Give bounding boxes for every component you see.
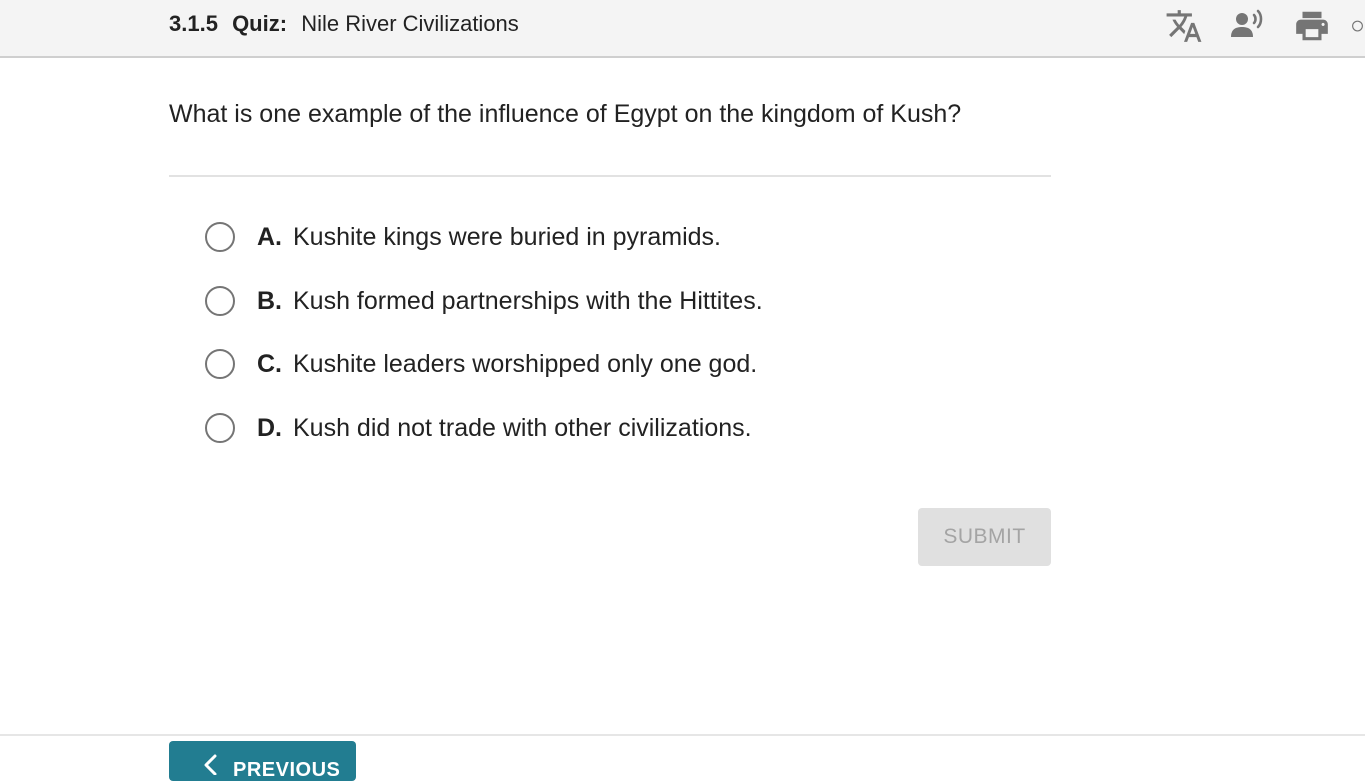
print-icon: [1296, 11, 1328, 41]
read-aloud-button[interactable]: [1228, 6, 1268, 46]
option-text: Kushite leaders worshipped only one god.: [293, 349, 758, 378]
option-text: Kush formed partnerships with the Hittit…: [293, 286, 763, 315]
option-text: Kushite kings were buried in pyramids.: [293, 222, 721, 251]
submit-button[interactable]: SUBMIT: [918, 508, 1051, 566]
answer-option-c[interactable]: C. Kushite leaders worshipped only one g…: [205, 344, 757, 384]
translate-icon: [1166, 10, 1202, 42]
option-text: Kush did not trade with other civilizati…: [293, 413, 752, 442]
read-aloud-icon: [1231, 9, 1263, 37]
chevron-left-icon: [204, 754, 217, 775]
divider: [169, 175, 1051, 177]
answer-option-a[interactable]: A. Kushite kings were buried in pyramids…: [205, 217, 721, 257]
more-icon: [1352, 20, 1363, 32]
radio-button[interactable]: [205, 222, 235, 252]
option-letter: D.: [257, 413, 282, 442]
more-button[interactable]: [1350, 6, 1365, 46]
option-letter: A.: [257, 222, 282, 251]
option-letter: B.: [257, 286, 282, 315]
option-letter: C.: [257, 349, 282, 378]
answer-option-b[interactable]: B. Kush formed partnerships with the Hit…: [205, 281, 763, 321]
quiz-type: Quiz:: [232, 11, 288, 36]
header-bar: 3.1.5 Quiz: Nile River Civilizations: [0, 0, 1365, 58]
radio-button[interactable]: [205, 286, 235, 316]
quiz-breadcrumb: 3.1.5 Quiz: Nile River Civilizations: [169, 10, 519, 38]
print-button[interactable]: [1292, 6, 1332, 46]
question-prompt: What is one example of the influence of …: [169, 100, 962, 128]
radio-button[interactable]: [205, 413, 235, 443]
radio-button[interactable]: [205, 349, 235, 379]
answer-option-d[interactable]: D. Kush did not trade with other civiliz…: [205, 408, 752, 448]
translate-button[interactable]: [1164, 6, 1204, 46]
quiz-number: 3.1.5: [169, 11, 218, 36]
quiz-title: Nile River Civilizations: [301, 11, 519, 36]
previous-button[interactable]: PREVIOUS: [169, 741, 356, 781]
previous-label: PREVIOUS: [233, 759, 341, 781]
